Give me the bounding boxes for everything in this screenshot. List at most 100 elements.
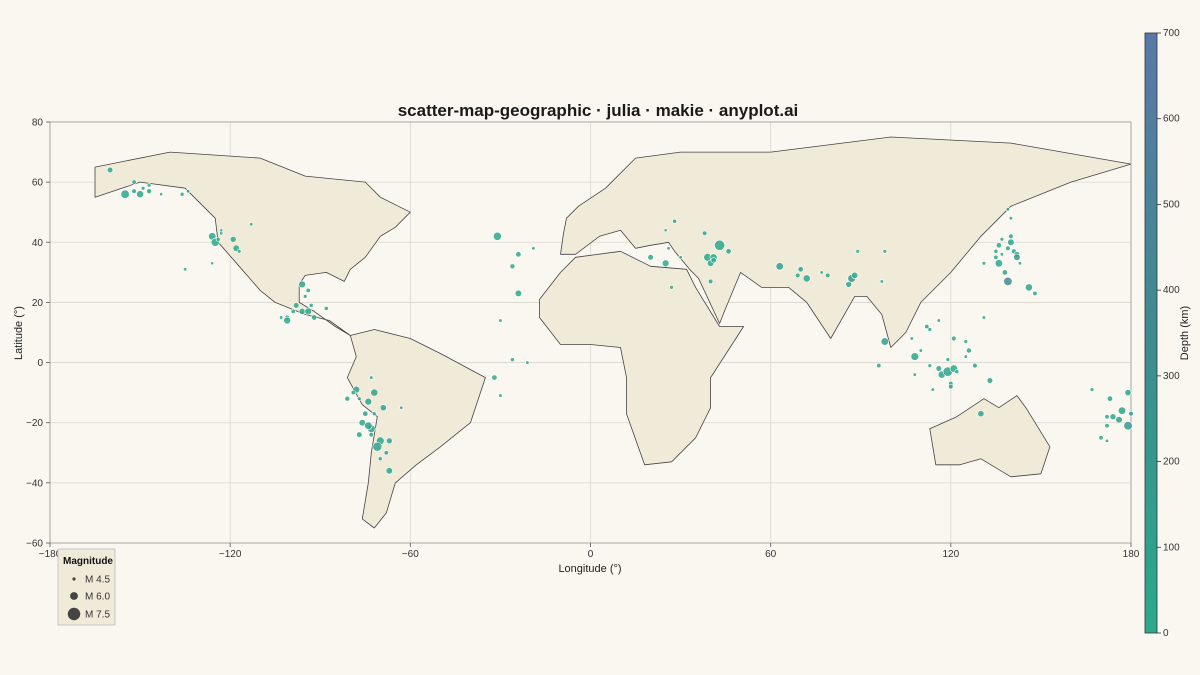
earthquake-point	[678, 255, 683, 260]
earthquake-point	[510, 357, 515, 362]
earthquake-point	[930, 387, 935, 392]
earthquake-point	[986, 377, 994, 384]
earthquake-point	[368, 432, 374, 438]
earthquake-point	[120, 189, 130, 199]
earthquake-point	[999, 252, 1004, 257]
earthquake-point	[1005, 207, 1010, 212]
x-tick-label: −120	[219, 549, 242, 560]
y-tick-label: −60	[26, 539, 43, 550]
earthquake-point	[140, 185, 146, 191]
earthquake-point	[993, 254, 999, 260]
earthquake-point	[136, 190, 145, 199]
colorbar-tick-label: 400	[1163, 285, 1180, 296]
earthquake-point	[1013, 253, 1021, 261]
y-tick-label: −40	[26, 478, 43, 489]
earthquake-point	[1128, 411, 1134, 417]
earthquake-point	[1123, 421, 1133, 431]
earthquake-point	[927, 327, 933, 332]
earthquake-point	[910, 352, 920, 361]
y-axis-ticks: −60 −40 −20 0 20 40 60 80	[26, 118, 50, 550]
x-tick-label: 60	[765, 549, 777, 560]
earthquake-point	[879, 279, 884, 284]
earthquake-point	[954, 369, 960, 374]
earthquake-point	[802, 274, 811, 283]
earthquake-point	[210, 261, 215, 266]
earthquake-point	[876, 363, 882, 369]
earthquake-point	[236, 249, 242, 254]
earthquake-point	[882, 249, 888, 254]
colorbar-tick-label: 700	[1163, 28, 1180, 39]
earthquake-point	[995, 242, 1002, 249]
earthquake-point	[179, 191, 185, 197]
earthquake-point	[936, 318, 941, 323]
earthquake-point	[131, 188, 137, 194]
scatter-map: scatter-map-geographic · julia · makie ·…	[13, 28, 1191, 639]
earthquake-point	[1024, 283, 1033, 292]
earthquake-point	[311, 314, 318, 321]
y-tick-label: 40	[32, 238, 44, 249]
earthquake-point	[966, 347, 972, 354]
earthquake-point	[302, 294, 308, 299]
earthquake-point	[372, 411, 377, 416]
earthquake-point	[131, 179, 137, 185]
x-tick-label: −60	[402, 549, 419, 560]
earthquake-point	[183, 267, 188, 272]
earthquake-point	[219, 228, 224, 233]
colorbar-tick-label: 600	[1163, 114, 1180, 125]
earthquake-point	[661, 259, 670, 268]
earthquake-point	[372, 441, 383, 452]
earthquake-point	[1003, 276, 1013, 286]
earthquake-point	[344, 395, 351, 402]
y-tick-label: 20	[32, 298, 44, 309]
earthquake-point	[647, 254, 654, 261]
colorbar-ticks: 0 100 200 300 400 500 600 700	[1157, 28, 1180, 639]
earthquake-point	[795, 272, 801, 279]
y-tick-label: 0	[37, 358, 43, 369]
earthquake-point	[531, 246, 536, 251]
y-tick-label: 60	[32, 178, 44, 189]
earthquake-point	[159, 192, 164, 197]
magnitude-legend: Magnitude M 4.5 M 6.0 M 7.5	[57, 548, 116, 626]
earthquake-point	[298, 280, 306, 289]
earthquake-point	[1017, 261, 1022, 266]
earthquake-point	[229, 236, 237, 243]
earthquake-point	[1124, 389, 1132, 397]
colorbar-tick-label: 200	[1163, 457, 1180, 468]
earthquake-point	[498, 393, 503, 398]
earthquake-point	[364, 421, 373, 430]
earthquake-point	[951, 335, 957, 342]
earthquake-point	[305, 287, 311, 293]
legend-label: M 4.5	[85, 575, 110, 586]
earthquake-point	[385, 467, 393, 475]
earthquake-point	[323, 306, 329, 311]
earthquake-point	[498, 318, 503, 323]
earthquake-point	[1007, 238, 1015, 246]
earthquake-point	[1032, 290, 1038, 296]
earthquake-point	[797, 266, 804, 273]
earthquake-point	[525, 360, 530, 365]
x-tick-label: 180	[1123, 549, 1140, 560]
earthquake-point	[283, 316, 291, 325]
earthquake-point	[981, 261, 987, 266]
earthquake-point	[999, 237, 1005, 242]
legend-title: Magnitude	[63, 556, 113, 567]
legend-marker	[67, 607, 81, 621]
earthquake-point	[775, 262, 784, 271]
y-tick-label: −20	[26, 418, 43, 429]
chart-title: scatter-map-geographic · julia · makie ·…	[398, 101, 799, 120]
earthquake-point	[1008, 216, 1013, 221]
x-tick-label: 120	[942, 549, 959, 560]
earthquake-point	[1109, 413, 1117, 421]
earthquake-point	[714, 239, 726, 251]
earthquake-point	[1104, 423, 1110, 429]
earthquake-point	[701, 230, 708, 236]
earthquake-point	[945, 357, 951, 362]
earthquake-point	[927, 363, 933, 368]
earthquake-point	[304, 307, 312, 316]
earthquake-point	[1107, 395, 1113, 402]
earthquake-point	[515, 251, 522, 258]
legend-marker	[70, 592, 78, 600]
earthquake-point	[106, 166, 114, 174]
earthquake-point	[293, 302, 300, 309]
earthquake-point	[362, 410, 369, 417]
